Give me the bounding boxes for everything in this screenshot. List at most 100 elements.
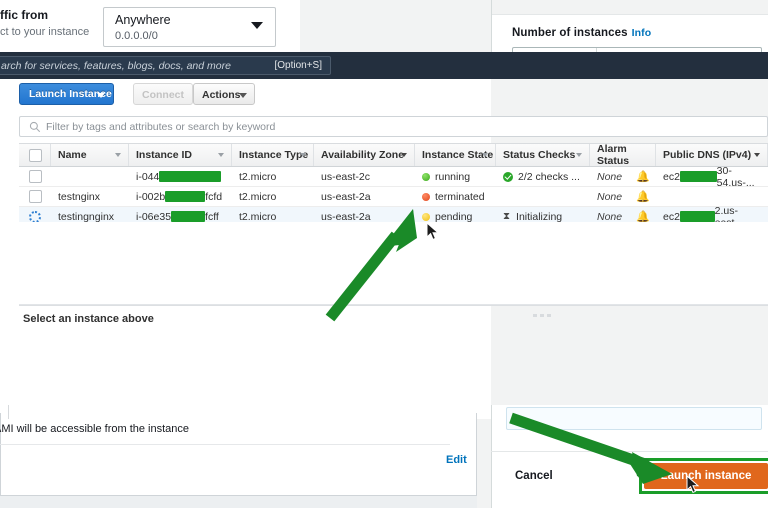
filter-input[interactable]: Filter by tags and attributes or search … [19,116,768,137]
redaction-bar [679,211,715,222]
column-header-label: Name [58,149,87,161]
resize-grip-icon[interactable] [533,308,555,317]
cell-alarm-status: None 🔔 [590,187,656,206]
page-bottom-strip [0,496,477,508]
column-header-instance-id[interactable]: Instance ID [129,144,232,166]
edit-link[interactable]: Edit [446,454,467,466]
detail-panel-divider [19,304,768,305]
cell-status-checks: 2/2 checks ... [496,167,590,186]
table-row[interactable]: testnginx i-002b fcfd t2.micro us-east-2a ter… [19,187,768,207]
global-search-input[interactable]: arch for services, features, blogs, docs… [0,56,331,75]
table-empty-area [19,222,768,306]
instance-state-label: terminated [435,190,485,203]
column-header-label: Alarm Status [597,143,630,167]
sort-caret-icon[interactable] [754,153,760,157]
filter-placeholder: Filter by tags and attributes or search … [46,121,276,133]
column-header-label: Status Checks [503,149,576,161]
column-header-label: Public DNS (IPv4) [663,149,752,161]
source-select[interactable]: Anywhere 0.0.0.0/0 [103,7,276,47]
cell-instance-type: t2.micro [239,170,277,183]
panel-top-edge [492,0,768,15]
launch-instance-split-button[interactable]: Launch Instance [19,83,114,105]
number-of-instances-label: Number of instances Info [512,27,651,39]
global-search-placeholder: arch for services, features, blogs, docs… [1,60,231,72]
sort-caret-icon[interactable] [300,153,306,157]
alarm-status-label: None [597,190,623,203]
caret-down-icon [239,93,247,98]
column-header-status-checks[interactable]: Status Checks [496,144,590,166]
redaction-bar [165,191,206,202]
state-indicator-icon [422,192,430,201]
select-all-checkbox[interactable] [29,148,42,162]
info-link[interactable]: Info [632,27,652,39]
loading-spinner-icon [29,210,41,223]
public-dns-prefix: ec2 [663,210,680,223]
alarm-status-label: None [597,170,623,183]
public-dns-suffix: 30-54.us-... [716,164,755,189]
sort-caret-icon[interactable] [401,153,407,157]
number-of-instances-label-text: Number of instances [512,27,628,39]
instance-state-label: pending [435,210,473,223]
summary-highlight-field [506,407,762,430]
instance-state-label: running [435,170,471,183]
cancel-button[interactable]: Cancel [515,466,585,486]
column-header-public-dns-ipv4[interactable]: Public DNS (IPv4) [656,144,768,166]
column-header-instance-type[interactable]: Instance Type [232,144,314,166]
sort-caret-icon[interactable] [218,153,224,157]
state-indicator-icon [422,172,430,181]
cell-availability-zone: us-east-2a [321,190,371,203]
instance-id-suffix: fcff [205,210,219,223]
ami-card-divider [0,444,450,445]
instance-id-prefix: i-002b [136,190,166,203]
row-checkbox[interactable] [29,190,42,203]
column-header-alarm-status[interactable]: Alarm Status [590,143,656,167]
cell-public-dns: ec2 30-54.us-... [656,164,768,189]
sort-caret-icon[interactable] [115,153,121,157]
sort-caret-icon[interactable] [576,153,582,157]
caret-down-icon [97,93,105,98]
launch-instance-highlight-box [639,458,768,494]
table-header-row: Name Instance ID Instance Type Availability… [19,143,768,167]
column-header-instance-state[interactable]: Instance State [415,144,496,166]
column-header-label: Instance ID [136,149,193,161]
status-checks-label: Initializing [516,210,563,223]
cell-status-checks [496,187,590,206]
ami-card-left-rule [8,405,9,419]
state-indicator-icon [422,212,430,221]
row-checkbox[interactable] [29,170,42,183]
redaction-bar [679,171,717,182]
cell-instance-id: i-002b fcfd [129,187,232,206]
cell-availability-zone: us-east-2c [321,170,371,183]
column-header-availability-zone[interactable]: Availability Zone [314,144,415,166]
connect-button: Connect [133,83,193,105]
cell-name [51,167,129,186]
cell-alarm-status: None 🔔 [590,167,656,186]
bell-icon[interactable]: 🔔 [636,190,650,203]
instance-id-suffix: fcfd [205,190,223,203]
status-checks-label: 2/2 checks ... [518,170,580,183]
row-selector-cell [19,167,51,186]
security-group-source-fragment: ffic from ct to your instance Anywhere 0… [0,0,300,52]
hourglass-icon: ⧗ [503,211,511,222]
cancel-label: Cancel [515,470,553,482]
column-header-label: Availability Zone [321,149,405,161]
source-select-cidr: 0.0.0.0/0 [115,30,158,42]
table-row[interactable]: i-044 t2.micro us-east-2c running 2/2 checks… [19,164,768,189]
actions-button[interactable]: Actions [193,83,255,105]
cell-instance-state: running [415,167,496,186]
column-header-name[interactable]: Name [51,144,129,166]
public-dns-prefix: ec2 [663,170,680,183]
row-selector-cell [19,187,51,206]
connect-label: Connect [142,89,184,101]
cell-instance-state: terminated [415,187,496,206]
summary-dialog-divider [491,451,768,452]
search-icon [29,121,41,133]
sort-caret-icon[interactable] [482,153,488,157]
column-header-label: Instance Type [239,149,309,161]
security-group-title: ffic from [0,8,48,22]
ami-summary-text: AMI will be accessible from the instance [0,423,190,435]
bell-icon[interactable]: 🔔 [636,170,650,183]
column-header-select[interactable] [19,144,51,166]
cell-instance-id: i-044 [129,167,232,186]
cell-public-dns [656,187,768,206]
